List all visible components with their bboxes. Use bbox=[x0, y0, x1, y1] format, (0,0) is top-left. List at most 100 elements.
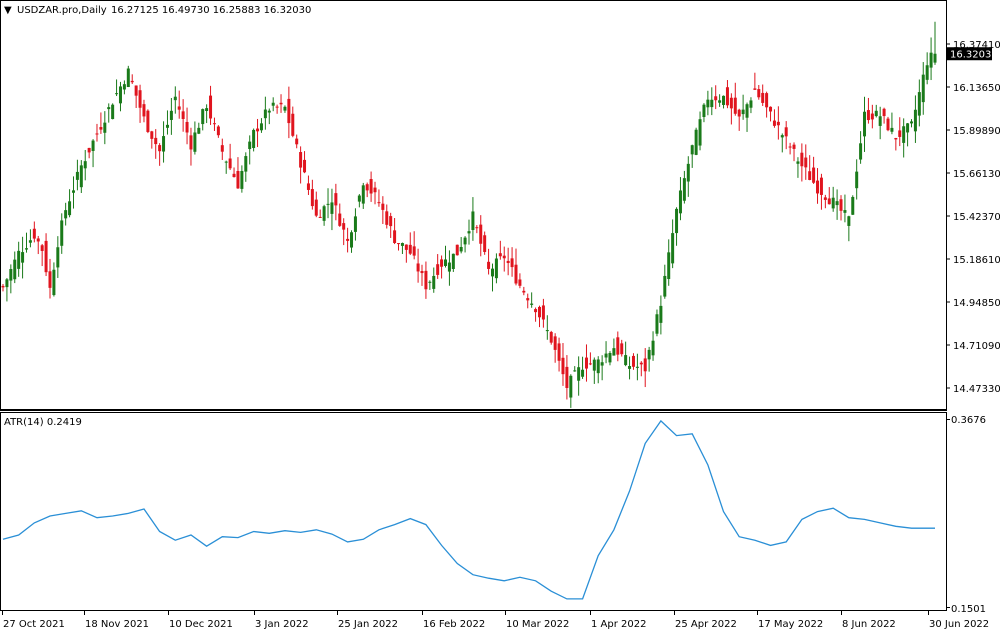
candle-body-bear bbox=[510, 258, 514, 268]
atr-label: ATR(14) 0.2419 bbox=[4, 417, 82, 428]
candle-body-bear bbox=[620, 343, 624, 355]
candle-body-bull bbox=[682, 178, 686, 201]
candle-body-bear bbox=[733, 97, 737, 114]
candle-body-bull bbox=[855, 171, 859, 189]
candle-body-bull bbox=[906, 123, 910, 133]
candle-body-bull bbox=[545, 330, 549, 332]
candle-body-bear bbox=[32, 228, 36, 239]
candle-body-bull bbox=[678, 190, 682, 214]
candle-body-bull bbox=[933, 53, 937, 63]
candle-body-bear bbox=[306, 183, 310, 190]
candle-body-bull bbox=[447, 262, 451, 272]
candle-body-bull bbox=[874, 110, 878, 117]
candle-body-bull bbox=[471, 211, 475, 230]
candle-body-bear bbox=[765, 93, 769, 108]
candle-body-bear bbox=[800, 152, 804, 167]
candle-body-bull bbox=[400, 243, 404, 246]
candle-body-bull bbox=[612, 348, 616, 356]
price-tick-label: 14.71090 bbox=[953, 341, 1000, 352]
price-tick-label: 14.94850 bbox=[953, 298, 1000, 309]
candle-body-bear bbox=[534, 309, 538, 313]
candle-body-bull bbox=[659, 305, 663, 323]
candle-body-bear bbox=[557, 343, 561, 361]
time-tick-label: 30 Jun 2022 bbox=[929, 619, 989, 630]
candle-body-bear bbox=[436, 264, 440, 275]
candle-body-bull bbox=[52, 269, 56, 296]
candle-body-bear bbox=[369, 179, 373, 194]
candle-body-bear bbox=[134, 85, 138, 96]
candle-body-bear bbox=[299, 152, 303, 168]
candle-body-bull bbox=[921, 74, 925, 103]
candle-body-bear bbox=[177, 106, 181, 110]
candle-body-bear bbox=[643, 358, 647, 372]
candle-body-bull bbox=[201, 109, 205, 125]
candle-body-bear bbox=[416, 263, 420, 272]
candle-body-bull bbox=[5, 279, 9, 288]
candle-body-bull bbox=[244, 156, 248, 172]
candle-body-bull bbox=[655, 314, 659, 334]
candle-body-bull bbox=[917, 92, 921, 116]
candles bbox=[1, 21, 937, 408]
candle-body-bull bbox=[690, 145, 694, 155]
candle-body-bear bbox=[870, 113, 874, 120]
candle-body-bear bbox=[393, 230, 397, 243]
candle-body-bull bbox=[863, 111, 867, 137]
chart-canvas: ▼ USDZAR.pro,Daily 16.27125 16.49730 16.… bbox=[0, 0, 1000, 630]
candle-body-bear bbox=[408, 244, 412, 254]
candle-body-bear bbox=[898, 130, 902, 137]
candle-body-bear bbox=[216, 126, 220, 136]
candle-body-bear bbox=[342, 223, 346, 230]
candle-body-bear bbox=[209, 95, 213, 119]
candle-body-bull bbox=[843, 210, 847, 213]
candle-body-bear bbox=[804, 157, 808, 168]
candle-body-bear bbox=[232, 173, 236, 178]
candle-body-bear bbox=[616, 337, 620, 355]
time-tick-label: 17 May 2022 bbox=[758, 619, 823, 630]
candle-body-bear bbox=[639, 362, 643, 365]
candle-body-bear bbox=[812, 167, 816, 183]
candle-body-bull bbox=[722, 95, 726, 105]
candle-body-bear bbox=[518, 279, 522, 286]
candle-body-bear bbox=[420, 271, 424, 274]
candle-body-bear bbox=[424, 270, 428, 290]
candle-body-bull bbox=[350, 232, 354, 248]
candle-body-bull bbox=[592, 359, 596, 371]
candle-body-bear bbox=[40, 245, 44, 251]
price-tick-label: 15.89890 bbox=[953, 126, 1000, 137]
candle-body-bear bbox=[138, 90, 142, 108]
candle-body-bull bbox=[68, 201, 72, 216]
candle-body-bear bbox=[737, 109, 741, 117]
candle-body-bear bbox=[291, 113, 295, 136]
candle-body-bear bbox=[631, 355, 635, 367]
candle-body-bear bbox=[314, 199, 318, 216]
price-tick-label: 15.18610 bbox=[953, 255, 1000, 266]
candle-body-bull bbox=[64, 210, 68, 219]
candle-body-bear bbox=[212, 123, 216, 125]
candle-body-bear bbox=[772, 120, 776, 126]
candle-body-bear bbox=[36, 238, 40, 242]
candle-body-bull bbox=[24, 248, 28, 250]
time-tick-label: 27 Oct 2021 bbox=[3, 619, 65, 630]
candle-body-bull bbox=[890, 127, 894, 132]
candle-body-bull bbox=[259, 123, 263, 131]
candle-body-bear bbox=[588, 363, 592, 365]
candle-body-bull bbox=[694, 129, 698, 155]
header-arrow-icon[interactable]: ▼ bbox=[4, 5, 12, 16]
candle-body-bear bbox=[753, 88, 757, 90]
price-tick-label: 14.47330 bbox=[953, 384, 1000, 395]
candle-body-bear bbox=[412, 246, 416, 256]
candle-body-bull bbox=[17, 250, 21, 269]
candle-body-bull bbox=[463, 237, 467, 245]
candle-body-bull bbox=[710, 99, 714, 108]
candle-body-bull bbox=[706, 99, 710, 108]
candle-body-bear bbox=[279, 102, 283, 105]
candle-body-bull bbox=[925, 65, 929, 80]
candle-body-bull bbox=[205, 108, 209, 111]
candle-body-bear bbox=[220, 145, 224, 152]
candle-body-bear bbox=[318, 216, 322, 218]
time-tick-label: 25 Apr 2022 bbox=[675, 619, 737, 630]
candle-body-bull bbox=[267, 110, 271, 113]
candle-body-bull bbox=[459, 246, 463, 252]
symbol-label: USDZAR.pro,Daily bbox=[17, 5, 107, 16]
time-tick-label: 3 Jan 2022 bbox=[255, 619, 309, 630]
